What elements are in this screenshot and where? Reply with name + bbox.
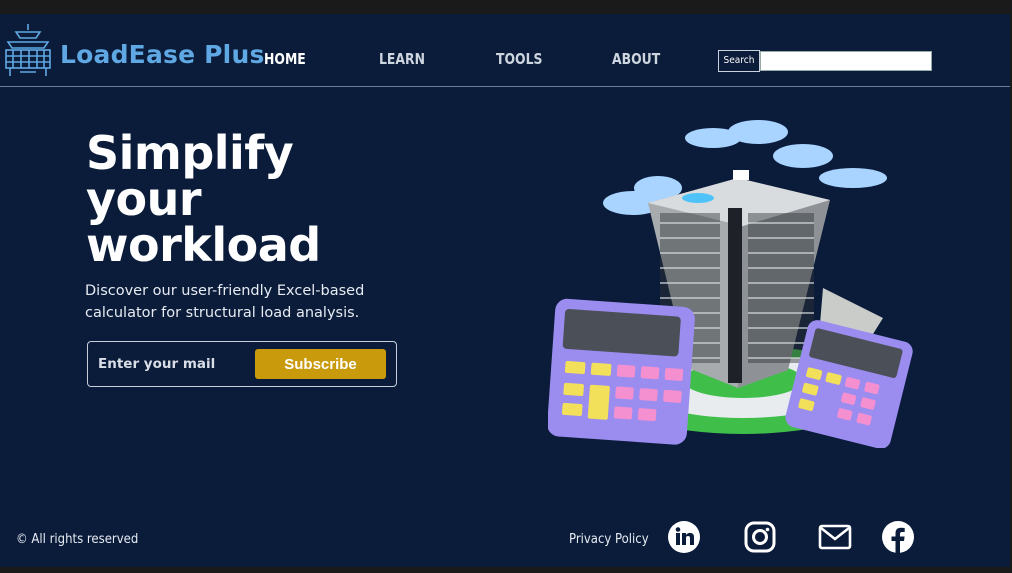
hero-title-line: your	[86, 172, 202, 226]
copyright-text: © All rights reserved	[16, 532, 139, 547]
logo-icon[interactable]	[2, 22, 54, 78]
facebook-icon[interactable]	[881, 520, 915, 554]
brand-name[interactable]: LoadEase Plus	[60, 40, 265, 69]
hero-title: Simplify your workload	[86, 130, 406, 268]
nav-about[interactable]: ABOUT	[612, 50, 660, 68]
subscribe-button[interactable]: Subscribe	[255, 349, 386, 379]
hero-subtitle: Discover our user-friendly Excel-based c…	[85, 283, 365, 321]
search-box: Search	[718, 50, 932, 72]
search-button[interactable]: Search	[718, 50, 760, 72]
building-calculator-illustration	[548, 120, 913, 448]
email-field[interactable]	[98, 352, 248, 376]
linkedin-icon[interactable]	[667, 520, 701, 554]
search-input[interactable]	[760, 51, 932, 71]
page: LoadEase Plus HOME LEARN TOOLS ABOUT Sea…	[0, 14, 1010, 567]
nav-home[interactable]: HOME	[264, 50, 306, 68]
site-header: LoadEase Plus HOME LEARN TOOLS ABOUT Sea…	[0, 14, 1010, 87]
instagram-icon[interactable]	[743, 520, 777, 554]
hero-title-line: Simplify	[86, 126, 294, 180]
nav-tools[interactable]: TOOLS	[496, 50, 542, 68]
hero-title-line: workload	[86, 218, 321, 272]
privacy-policy-link[interactable]: Privacy Policy	[569, 532, 649, 547]
subscribe-form: Subscribe	[87, 341, 397, 387]
mail-icon[interactable]	[818, 520, 852, 554]
nav-learn[interactable]: LEARN	[379, 50, 425, 68]
